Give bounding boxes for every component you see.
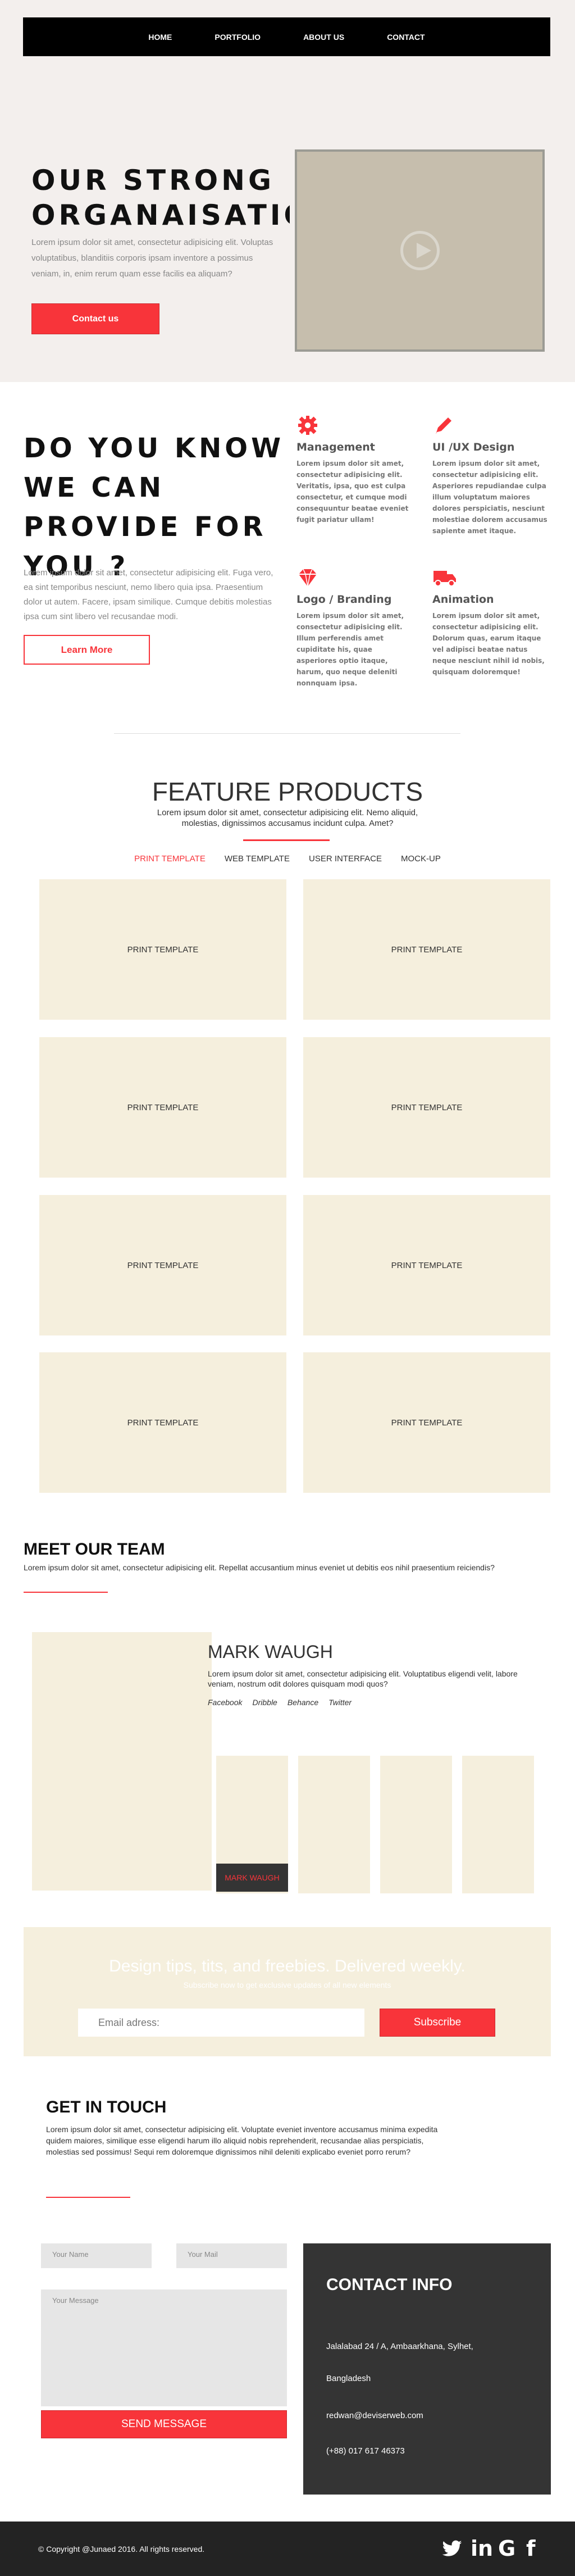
section-divider (114, 733, 460, 734)
send-message-button[interactable]: SEND MESSAGE (41, 2410, 287, 2438)
member-thumb[interactable] (380, 1756, 452, 1893)
facebook-link[interactable]: Facebook (208, 1698, 242, 1707)
services-text: Lorem ipsum dolor sit amet, consectetur … (24, 568, 273, 621)
product-card[interactable]: PRINT TEMPLATE (39, 879, 286, 1020)
contact-title: GET IN TOUCH (46, 2098, 167, 2116)
contact-underline (46, 2197, 130, 2198)
email-input[interactable]: Email adress: (78, 2009, 364, 2037)
pencil-icon (432, 414, 455, 437)
team-title: MEET OUR TEAM (24, 1540, 165, 1559)
nav-about-us[interactable]: ABOUT US (282, 33, 366, 42)
contact-phone: (+88) 017 617 46373 (326, 2446, 405, 2456)
service-text: Lorem ipsum dolor sit amet, consectetur … (296, 460, 409, 524)
team-subtitle: Lorem ipsum dolor sit amet, consectetur … (24, 1563, 495, 1572)
features-underline (243, 839, 330, 841)
newsletter-title: Design tips, tits, and freebies. Deliver… (109, 1957, 466, 1975)
contact-email[interactable]: redwan@deviserweb.com (326, 2411, 423, 2420)
mail-field[interactable]: Your Mail (176, 2243, 287, 2268)
service-ui-ux: UI /UX Design Lorem ipsum dolor sit amet… (432, 414, 550, 537)
address-line-2: Bangladesh (326, 2374, 371, 2383)
hero-section: OUR STRONG ORGANAISATIO Lorem ipsum dolo… (0, 76, 575, 382)
subscribe-button[interactable]: Subscribe (380, 2009, 495, 2037)
nav-portfolio[interactable]: PORTFOLIO (193, 33, 282, 42)
play-circle-icon[interactable] (400, 231, 440, 270)
video-player[interactable] (295, 149, 545, 352)
team-underline (24, 1592, 108, 1593)
member-description: Lorem ipsum dolor sit amet, consectetur … (208, 1669, 518, 1688)
member-photo (32, 1632, 212, 1891)
product-card[interactable]: PRINT TEMPLATE (39, 1037, 286, 1178)
facebook-icon[interactable]: f (526, 2536, 536, 2561)
member-thumb-label[interactable]: MARK WAUGH (216, 1864, 288, 1892)
service-text: Lorem ipsum dolor sit amet, consectetur … (296, 612, 404, 687)
twitter-link[interactable]: Twitter (328, 1698, 352, 1707)
product-card[interactable]: PRINT TEMPLATE (39, 1352, 286, 1493)
footer: © Copyright @Junaed 2016. All rights res… (0, 2522, 575, 2576)
nav-contact[interactable]: CONTACT (366, 33, 446, 42)
nav-home[interactable]: HOME (127, 33, 193, 42)
main-nav: HOME PORTFOLIO ABOUT US CONTACT (23, 17, 550, 56)
contact-info-title: CONTACT INFO (326, 2275, 453, 2294)
dribble-link[interactable]: Dribble (252, 1698, 277, 1707)
member-thumb[interactable] (298, 1756, 370, 1893)
service-title: Logo / Branding (296, 593, 392, 606)
twitter-icon[interactable] (441, 2536, 463, 2565)
member-name: MARK WAUGH (208, 1642, 333, 1662)
member-socials: Facebook Dribble Behance Twitter (208, 1698, 352, 1707)
address-line-1: Jalalabad 24 / A, Ambaarkhana, Sylhet, (326, 2342, 473, 2351)
hero-text: Lorem ipsum dolor sit amet, consectetur … (31, 238, 273, 279)
feature-tabs: PRINT TEMPLATE WEB TEMPLATE USER INTERFA… (0, 854, 575, 864)
learn-more-button[interactable]: Learn More (24, 635, 150, 665)
product-card[interactable]: PRINT TEMPLATE (39, 1195, 286, 1335)
product-card[interactable]: PRINT TEMPLATE (303, 1352, 550, 1493)
copyright-text: © Copyright @Junaed 2016. All rights res… (38, 2545, 205, 2554)
service-title: Management (296, 441, 375, 453)
features-subtitle: Lorem ipsum dolor sit amet, consectetur … (157, 808, 418, 828)
tab-print-template[interactable]: PRINT TEMPLATE (134, 854, 206, 864)
truck-icon (432, 566, 456, 589)
service-animation: Animation Lorem ipsum dolor sit amet, co… (432, 566, 550, 678)
service-management: Management Lorem ipsum dolor sit amet, c… (296, 414, 414, 525)
service-title: UI /UX Design (432, 441, 515, 453)
gear-icon (296, 414, 319, 437)
service-text: Lorem ipsum dolor sit amet, consectetur … (432, 612, 545, 676)
contact-text: Lorem ipsum dolor sit amet, consectetur … (46, 2125, 438, 2156)
message-field[interactable]: Your Message (41, 2289, 287, 2406)
contact-info-box: CONTACT INFO Jalalabad 24 / A, Ambaarkha… (303, 2243, 551, 2495)
google-icon[interactable]: G (498, 2536, 515, 2561)
hero-title: OUR STRONG ORGANAISATIO (31, 164, 290, 231)
service-text: Lorem ipsum dolor sit amet, consectetur … (432, 460, 547, 535)
tab-web-template[interactable]: WEB TEMPLATE (225, 854, 290, 864)
header: HOME PORTFOLIO ABOUT US CONTACT (0, 0, 575, 76)
tab-user-interface[interactable]: USER INTERFACE (309, 854, 382, 864)
contact-us-button[interactable]: Contact us (31, 303, 159, 334)
behance-link[interactable]: Behance (288, 1698, 318, 1707)
newsletter-section: Design tips, tits, and freebies. Deliver… (24, 1927, 551, 2056)
name-field[interactable]: Your Name (41, 2243, 152, 2268)
newsletter-subtitle: Subscribe now to get exclusive updates o… (183, 1980, 391, 1989)
services-title: DO YOU KNOW WE CAN PROVIDE FOR YOU ? (24, 433, 285, 582)
service-logo-branding: Logo / Branding Lorem ipsum dolor sit am… (296, 566, 414, 689)
linkedin-icon[interactable]: in (471, 2536, 493, 2561)
member-thumb[interactable] (462, 1756, 534, 1893)
diamond-icon (296, 566, 319, 589)
service-title: Animation (432, 593, 494, 606)
product-card[interactable]: PRINT TEMPLATE (303, 879, 550, 1020)
features-title: FEATURE PRODUCTS (152, 777, 423, 806)
product-card[interactable]: PRINT TEMPLATE (303, 1195, 550, 1335)
product-card[interactable]: PRINT TEMPLATE (303, 1037, 550, 1178)
tab-mock-up[interactable]: MOCK-UP (401, 854, 441, 864)
